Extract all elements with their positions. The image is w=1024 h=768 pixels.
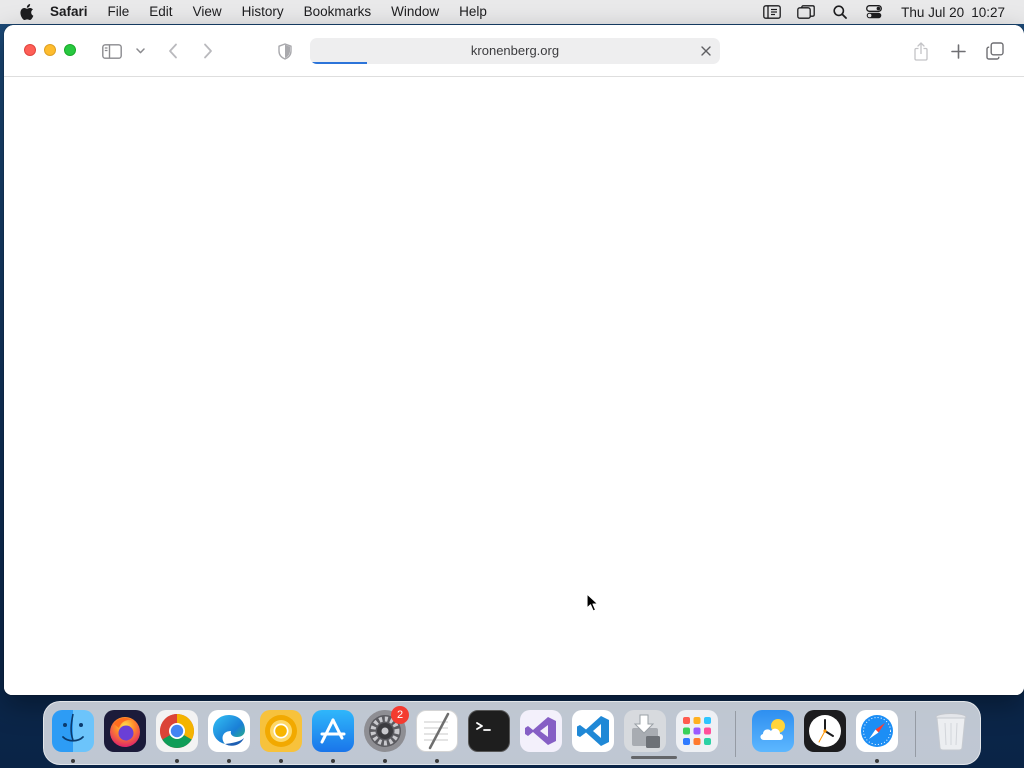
- screen-mirroring-icon[interactable]: [789, 0, 823, 24]
- edge-icon[interactable]: [208, 710, 250, 752]
- clock-time: 10:27: [971, 4, 1005, 20]
- clock-day: Thu Jul 20: [901, 4, 965, 20]
- trash-icon[interactable]: [930, 710, 972, 752]
- app-store-icon[interactable]: [312, 710, 354, 752]
- safari-toolbar: kronenberg.org: [4, 25, 1024, 77]
- textedit-icon[interactable]: [416, 710, 458, 752]
- sidebar-toggle-icon[interactable]: [100, 39, 124, 63]
- dock: 2: [43, 701, 981, 765]
- status-area: Thu Jul 20 10:27: [755, 0, 1024, 24]
- menu-file[interactable]: File: [98, 0, 140, 24]
- menu-clock[interactable]: Thu Jul 20 10:27: [891, 5, 1024, 20]
- menu-view[interactable]: View: [183, 0, 232, 24]
- privacy-shield-icon[interactable]: [276, 39, 294, 63]
- close-window-button[interactable]: [24, 44, 36, 56]
- window-controls: [24, 44, 76, 56]
- edge-running-dot: [227, 759, 231, 763]
- address-url: kronenberg.org: [470, 43, 560, 58]
- address-bar[interactable]: kronenberg.org: [310, 38, 720, 64]
- menu-history[interactable]: History: [232, 0, 294, 24]
- firefox-icon[interactable]: [104, 710, 146, 752]
- new-tab-plus-icon[interactable]: [947, 39, 969, 63]
- tab-overview-icon[interactable]: [984, 39, 1006, 63]
- installer-icon[interactable]: [624, 710, 666, 752]
- chrome-canary-running-dot: [279, 759, 283, 763]
- menu-help[interactable]: Help: [449, 0, 497, 24]
- stop-loading-x-icon[interactable]: [698, 43, 714, 59]
- menu-app-safari[interactable]: Safari: [50, 0, 98, 24]
- vscode-icon[interactable]: [572, 710, 614, 752]
- safari-window: kronenberg.org: [4, 25, 1024, 695]
- clock-icon[interactable]: [804, 710, 846, 752]
- tab-group-chevron-down-icon[interactable]: [133, 39, 147, 63]
- menu-window[interactable]: Window: [381, 0, 449, 24]
- reading-list-icon[interactable]: [755, 0, 789, 24]
- web-content-area[interactable]: [4, 78, 1024, 695]
- settings-running-dot: [383, 759, 387, 763]
- safari-compass-icon[interactable]: [856, 710, 898, 752]
- finder-running-dot: [71, 759, 75, 763]
- chrome-icon[interactable]: [156, 710, 198, 752]
- back-chevron-icon[interactable]: [162, 39, 184, 63]
- dock-divider-trash: [915, 711, 916, 757]
- minimize-window-button[interactable]: [44, 44, 56, 56]
- menu-bookmarks[interactable]: Bookmarks: [294, 0, 382, 24]
- control-center-icon[interactable]: [857, 0, 891, 24]
- settings-notification-badge: 2: [391, 706, 409, 724]
- finder-icon[interactable]: [52, 710, 94, 752]
- mouse-pointer-icon: [586, 593, 599, 612]
- terminal-icon[interactable]: [468, 710, 510, 752]
- apple-menu-icon[interactable]: [18, 3, 36, 21]
- dock-scroll-indicator: [631, 756, 677, 759]
- chrome-canary-icon[interactable]: [260, 710, 302, 752]
- dock-divider: [735, 711, 736, 757]
- menu-bar: Safari File Edit View History Bookmarks …: [0, 0, 1024, 24]
- menu-edit[interactable]: Edit: [139, 0, 182, 24]
- launchpad-icon[interactable]: [676, 710, 718, 752]
- safari-running-dot: [875, 759, 879, 763]
- zoom-window-button[interactable]: [64, 44, 76, 56]
- visual-studio-icon[interactable]: [520, 710, 562, 752]
- page-load-progress: [310, 62, 368, 64]
- forward-chevron-icon[interactable]: [197, 39, 219, 63]
- weather-icon[interactable]: [752, 710, 794, 752]
- spotlight-search-icon[interactable]: [823, 0, 857, 24]
- share-icon[interactable]: [910, 39, 932, 63]
- chrome-running-dot: [175, 759, 179, 763]
- textedit-running-dot: [435, 759, 439, 763]
- app-store-running-dot: [331, 759, 335, 763]
